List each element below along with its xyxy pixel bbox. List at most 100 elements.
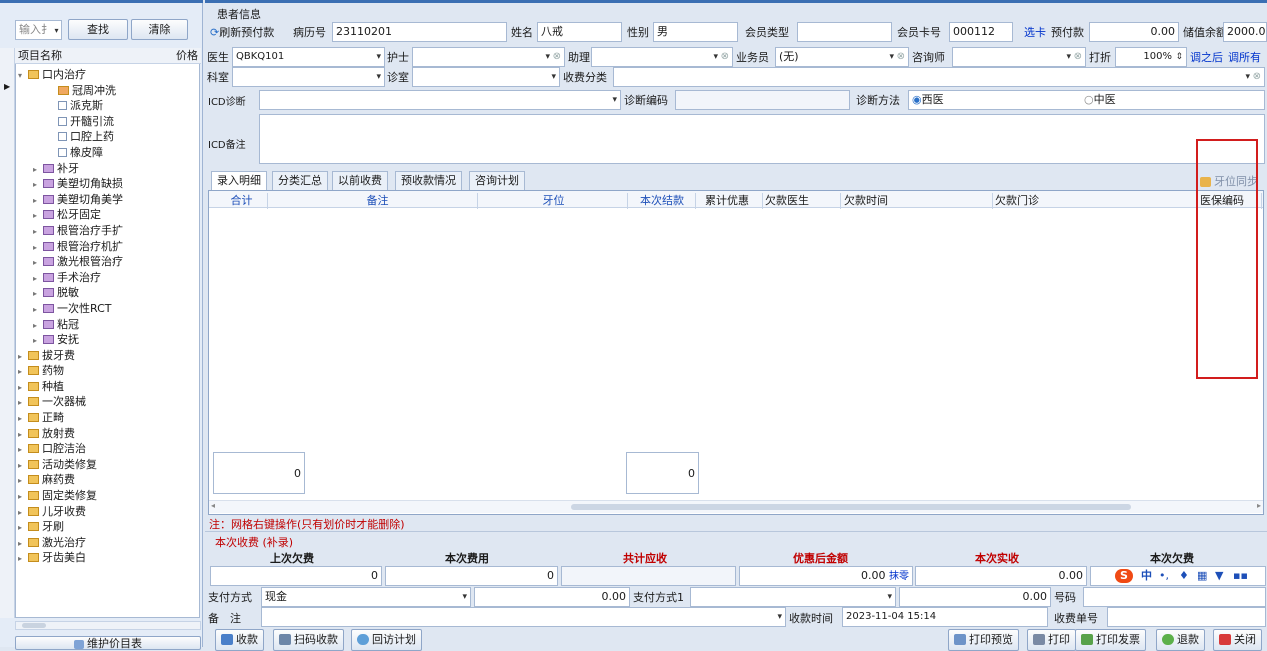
checkbox-icon[interactable] xyxy=(58,101,67,111)
tree-item[interactable]: ▸ 牙齿美白 xyxy=(18,550,198,566)
tab-3[interactable]: 预收款情况 xyxy=(395,171,462,190)
visit-plan-button[interactable]: 回访计划 xyxy=(351,629,422,651)
room-select[interactable]: ▾ xyxy=(412,67,560,87)
tree-item[interactable]: ▸ 根管治疗机扩 xyxy=(18,239,198,255)
keyboard-icon[interactable]: ▦ xyxy=(1197,567,1207,585)
refresh-prepay-button[interactable]: ⟳刷新预付款 xyxy=(210,24,274,40)
grid-col-header[interactable]: 欠款门诊 xyxy=(995,193,1198,209)
tab-4[interactable]: 咨询计划 xyxy=(469,171,525,190)
tree-item[interactable]: ▸ 手术治疗 xyxy=(18,270,198,286)
tree-item[interactable]: 口腔上药 xyxy=(18,129,198,145)
select-card-link[interactable]: 选卡 xyxy=(1024,24,1046,40)
print-button[interactable]: 打印 xyxy=(1027,629,1076,651)
tree-item[interactable]: ▸ 一次器械 xyxy=(18,394,198,410)
maintain-price-button[interactable]: 维护价目表 xyxy=(15,636,201,650)
scroll-thumb[interactable] xyxy=(571,504,1131,510)
receipt-time-field[interactable]: 2023-11-04 15:14 xyxy=(842,607,1048,627)
tab-1[interactable]: 分类汇总 xyxy=(272,171,328,190)
doctor-select[interactable]: QBKQ101 ▾ xyxy=(232,47,385,67)
expand-icon[interactable]: ▾ xyxy=(18,68,28,84)
sales-select[interactable]: (无) ▾ ⊗ xyxy=(775,47,909,67)
grid-col-header[interactable]: 备注 xyxy=(278,193,478,209)
expand-icon[interactable]: ▸ xyxy=(33,333,43,349)
tree-item[interactable]: ▸ 松牙固定 xyxy=(18,207,198,223)
expand-icon[interactable]: ▸ xyxy=(33,286,43,302)
expand-icon[interactable]: ▸ xyxy=(18,411,28,427)
grid-col-header[interactable]: 累计优惠 xyxy=(705,193,763,209)
skin-icon[interactable]: ▼ xyxy=(1215,567,1223,585)
tree-item[interactable]: ▸ 激光根管治疗 xyxy=(18,254,198,270)
tree-item[interactable]: 开髓引流 xyxy=(18,114,198,130)
consultant-select[interactable]: ▾ ⊗ xyxy=(952,47,1086,67)
expand-icon[interactable]: ▸ xyxy=(33,240,43,256)
number-field[interactable] xyxy=(1083,587,1266,607)
expand-icon[interactable]: ▸ xyxy=(33,177,43,193)
tree-item[interactable]: ▸ 正畸 xyxy=(18,410,198,426)
tree-item[interactable]: ▸ 儿牙收费 xyxy=(18,504,198,520)
tab-0[interactable]: 录入明细 xyxy=(211,171,267,190)
actual-field[interactable]: 0.00 xyxy=(915,566,1087,586)
search-input[interactable]: 输入扌 ▾ xyxy=(15,20,62,40)
refund-button[interactable]: 退款 xyxy=(1156,629,1205,651)
find-button[interactable]: 查找 xyxy=(68,19,128,40)
ime-lang[interactable]: 中 xyxy=(1141,567,1152,585)
radio-chinese[interactable]: ○中医 xyxy=(1084,91,1116,109)
tree-item[interactable]: ▸ 美塑切角美学 xyxy=(18,192,198,208)
ime-logo-icon[interactable]: S xyxy=(1115,569,1133,583)
nurse-select[interactable]: ▾ ⊗ xyxy=(412,47,565,67)
expand-icon[interactable]: ▸ xyxy=(33,208,43,224)
grid-hscroll[interactable]: ◂ ▸ xyxy=(209,500,1263,513)
expand-icon[interactable]: ▸ xyxy=(33,255,43,271)
clear-button[interactable]: 清除 xyxy=(131,19,188,40)
expand-icon[interactable]: ▸ xyxy=(18,427,28,443)
prepay-field[interactable]: 0.00 xyxy=(1089,22,1179,42)
clear-icon[interactable]: ⊗ xyxy=(897,48,905,66)
tree-item[interactable]: 橡皮障 xyxy=(18,145,198,161)
item-tree[interactable]: ▾ 口内治疗 冠周冲洗 派克斯 开髓引流 口腔上药 橡皮障 ▸ 补牙 ▸ 美塑切角缺损 ▸ 美塑切角美学… xyxy=(15,48,200,618)
expand-icon[interactable]: ▸ xyxy=(18,380,28,396)
icd-note-textarea[interactable] xyxy=(259,114,1265,164)
stepper-icon[interactable]: ⇕ xyxy=(1175,48,1183,66)
grid-col-header[interactable]: 欠款时间 xyxy=(844,193,993,209)
tree-item[interactable]: ▸ 放射费 xyxy=(18,426,198,442)
expand-icon[interactable]: ▸ xyxy=(33,193,43,209)
checkbox-icon[interactable] xyxy=(58,147,67,157)
record-no-field[interactable]: 23110201 xyxy=(332,22,507,42)
tree-item[interactable]: ▸ 粘冠 xyxy=(18,317,198,333)
expand-icon[interactable]: ▸ xyxy=(18,536,28,552)
tree-item[interactable]: ▾ 口内治疗 xyxy=(18,67,198,83)
expand-icon[interactable]: ▸ xyxy=(33,162,43,178)
tree-item[interactable]: ▸ 激光治疗 xyxy=(18,535,198,551)
name-field[interactable]: 八戒 xyxy=(537,22,622,42)
checkbox-icon[interactable] xyxy=(58,132,67,142)
clear-icon[interactable]: ⊗ xyxy=(1074,48,1082,66)
tree-item[interactable]: ▸ 拔牙费 xyxy=(18,348,198,364)
remark-select[interactable]: ▾ xyxy=(261,607,786,627)
tree-item[interactable]: ▸ 根管治疗手扩 xyxy=(18,223,198,239)
gender-field[interactable]: 男 xyxy=(653,22,738,42)
dept-select[interactable]: ▾ xyxy=(232,67,385,87)
print-preview-button[interactable]: 打印预览 xyxy=(948,629,1019,651)
tree-item[interactable]: ▸ 美塑切角缺损 xyxy=(18,176,198,192)
clear-icon[interactable]: ⊗ xyxy=(553,48,561,66)
prev-debt-field[interactable]: 0 xyxy=(210,566,382,586)
close-button[interactable]: 关闭 xyxy=(1213,629,1262,651)
category-select[interactable]: ▾ ⊗ xyxy=(613,67,1265,87)
icd-code-field[interactable] xyxy=(675,90,850,110)
grid-col-header[interactable]: 牙位 xyxy=(480,193,628,209)
total-due-field[interactable] xyxy=(561,566,736,586)
assistant-select[interactable]: ▾ ⊗ xyxy=(591,47,733,67)
tree-item[interactable]: ▸ 口腔洁治 xyxy=(18,441,198,457)
tree-item[interactable]: ▸ 活动类修复 xyxy=(18,457,198,473)
expand-icon[interactable]: ▸ xyxy=(18,395,28,411)
toolbox-icon[interactable]: ▪▪ xyxy=(1233,567,1248,585)
this-debt-field[interactable]: S 中 •, ♦ ▦ ▼ ▪▪ xyxy=(1090,566,1266,586)
after-discount-field[interactable]: 0.00 抹零 xyxy=(739,566,913,586)
clear-icon[interactable]: ⊗ xyxy=(1253,68,1261,86)
tree-item[interactable]: ▸ 安抚 xyxy=(18,332,198,348)
tree-item[interactable]: ▸ 牙刷 xyxy=(18,519,198,535)
expand-icon[interactable]: ▸ xyxy=(18,505,28,521)
wipe-link[interactable]: 抹零 xyxy=(889,571,909,582)
balance-field[interactable]: 2000.0 xyxy=(1223,22,1267,42)
tree-item[interactable]: 冠周冲洗 xyxy=(18,83,198,99)
